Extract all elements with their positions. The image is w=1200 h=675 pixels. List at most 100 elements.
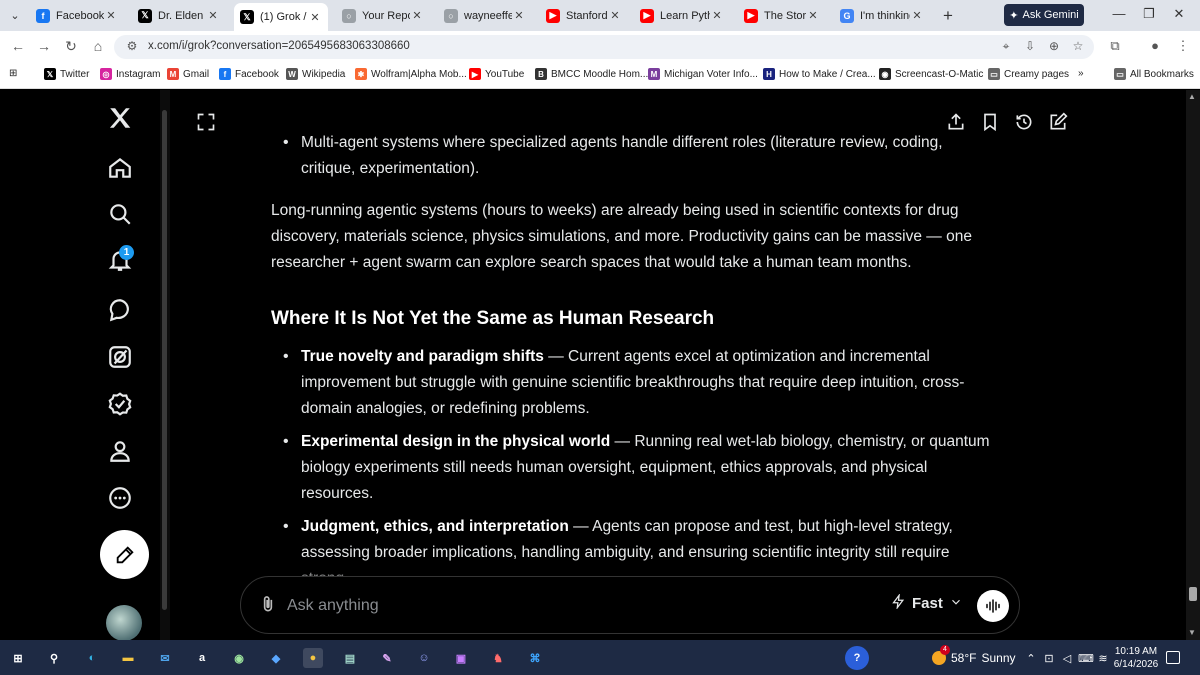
location-icon[interactable]: ⌖ <box>998 39 1014 54</box>
vscode-icon[interactable]: ⌘ <box>525 648 545 668</box>
bookmark-item[interactable]: ◉ Screencast-O-Matic <box>879 68 983 80</box>
browser-tab[interactable]: 𝕏 Dr. Elden W✕ <box>132 4 226 27</box>
notification-center-icon[interactable] <box>1166 651 1180 664</box>
address-bar[interactable]: ⚙ x.com/i/grok?conversation=206549568306… <box>114 35 1094 59</box>
file-explorer-icon[interactable]: ▬ <box>118 648 138 668</box>
close-tab-icon[interactable]: ✕ <box>104 9 118 22</box>
new-chat-edit-icon[interactable] <box>1048 112 1068 137</box>
profile-avatar[interactable]: ● <box>1146 38 1164 53</box>
sidebar-scrollbar-thumb[interactable] <box>162 110 167 610</box>
browser-tab[interactable]: ○ Your Reposi✕ <box>336 4 430 27</box>
edge-icon[interactable]: ◐ <box>82 648 102 668</box>
app-icon[interactable]: ▣ <box>451 648 471 668</box>
url-text[interactable]: x.com/i/grok?conversation=20654956830633… <box>148 40 410 52</box>
wifi-icon[interactable]: ≋ <box>1096 652 1110 665</box>
weather-widget[interactable]: 4 58°F Sunny <box>932 645 1016 665</box>
tripadvisor-icon[interactable]: ◉ <box>229 648 249 668</box>
close-tab-icon[interactable]: ✕ <box>608 9 622 22</box>
profile-person-icon[interactable] <box>104 435 136 467</box>
minimize-icon[interactable]: — <box>1108 6 1130 21</box>
bookmark-item[interactable]: ✱ Wolfram|Alpha Mob... <box>355 68 467 80</box>
chrome-icon[interactable]: ● <box>303 648 323 668</box>
close-tab-icon[interactable]: ✕ <box>206 9 220 22</box>
close-tab-icon[interactable]: ✕ <box>512 9 526 22</box>
ask-gemini-button[interactable]: ✦ Ask Gemini <box>1004 4 1084 26</box>
close-tab-icon[interactable]: ✕ <box>806 9 820 22</box>
close-window-icon[interactable]: ✕ <box>1168 6 1190 22</box>
close-tab-icon[interactable]: ✕ <box>710 9 724 22</box>
keyboard-icon[interactable]: ⌨ <box>1078 652 1094 665</box>
windows-start-icon[interactable]: ⊞ <box>8 648 28 668</box>
browser-tab[interactable]: 𝕏 (1) Grok / X✕ <box>234 3 328 31</box>
bookmark-item[interactable]: M Gmail <box>167 68 209 80</box>
camera-icon[interactable]: ⊡ <box>1042 652 1056 665</box>
help-question-icon[interactable]: ? <box>845 646 869 670</box>
notepad-icon[interactable]: ▤ <box>340 648 360 668</box>
account-avatar[interactable] <box>106 605 142 641</box>
page-scrollbar-thumb[interactable] <box>1189 587 1197 601</box>
all-bookmarks-button[interactable]: ▭ All Bookmarks <box>1114 68 1194 80</box>
app-icon[interactable]: ◆ <box>266 648 286 668</box>
x-logo-icon[interactable] <box>104 102 136 134</box>
system-clock[interactable]: 10:19 AM 6/14/2026 <box>1112 645 1160 671</box>
voice-mode-button[interactable] <box>977 590 1009 622</box>
site-settings-icon[interactable]: ⚙ <box>124 39 140 53</box>
zoom-icon[interactable]: ⊕ <box>1046 39 1062 53</box>
browser-tab[interactable]: G I'm thinking ✕ <box>834 4 930 27</box>
bookmark-item[interactable]: 𝕏 Twitter <box>44 68 89 80</box>
tab-search-chevron-icon[interactable]: ⌄ <box>6 7 24 25</box>
paint-icon[interactable]: ✎ <box>377 648 397 668</box>
mode-selector[interactable]: Fast <box>891 592 963 613</box>
home-icon[interactable]: ⌂ <box>88 38 108 54</box>
tab-title: Learn Pytho <box>660 9 710 22</box>
ask-anything-input[interactable] <box>287 593 847 619</box>
windows-search-icon[interactable]: ⚲ <box>44 648 64 668</box>
bookmark-item[interactable]: ◎ Instagram <box>100 68 160 80</box>
browser-tab[interactable]: f Facebook ✕ <box>30 4 124 27</box>
forward-icon[interactable]: → <box>34 38 54 54</box>
browser-menu-icon[interactable]: ⋮ <box>1174 38 1192 54</box>
new-tab-button[interactable]: + <box>938 6 958 26</box>
bookmark-item[interactable]: H How to Make / Crea... <box>763 68 876 80</box>
browser-tab[interactable]: ▶ The Story of✕ <box>738 4 826 27</box>
app-icon[interactable]: ♞ <box>488 648 508 668</box>
home-icon[interactable] <box>104 152 136 184</box>
more-options-icon[interactable] <box>104 482 136 514</box>
extensions-icon[interactable]: ⧉ <box>1106 38 1124 54</box>
browser-tab[interactable]: ▶ Stanford CS✕ <box>540 4 628 27</box>
compose-post-button[interactable] <box>100 530 149 579</box>
install-app-icon[interactable]: ⇩ <box>1022 39 1038 53</box>
bookmark-item[interactable]: ▶ YouTube <box>469 68 524 80</box>
explore-search-icon[interactable] <box>104 198 136 230</box>
reload-icon[interactable]: ↻ <box>61 38 81 55</box>
bookmark-item[interactable]: B BMCC Moodle Hom... <box>535 68 648 80</box>
close-tab-icon[interactable]: ✕ <box>910 9 924 22</box>
bookmark-item[interactable]: ▭ Creamy pages <box>988 68 1069 80</box>
scroll-down-arrow-icon[interactable]: ▼ <box>1188 628 1196 637</box>
verified-icon[interactable] <box>104 388 136 420</box>
messages-chat-icon[interactable] <box>104 294 136 326</box>
bookmark-star-icon[interactable]: ☆ <box>1070 39 1086 53</box>
page-scrollbar[interactable] <box>1186 90 1200 640</box>
back-icon[interactable]: ← <box>8 38 28 54</box>
restore-icon[interactable]: ❐ <box>1138 6 1160 22</box>
browser-tab[interactable]: ○ wayneeffect✕ <box>438 4 532 27</box>
grok-icon[interactable] <box>104 341 136 373</box>
bookmark-item[interactable]: M Michigan Voter Info... <box>648 68 758 80</box>
volume-icon[interactable]: ◁ <box>1060 652 1074 665</box>
amazon-icon[interactable]: a <box>192 648 212 668</box>
app-icon[interactable]: ☺ <box>414 648 434 668</box>
close-tab-icon[interactable]: ✕ <box>308 11 322 24</box>
attach-paperclip-icon[interactable] <box>258 594 278 619</box>
bookmark-item[interactable]: W Wikipedia <box>286 68 345 80</box>
apps-grid-icon[interactable]: ⊞ <box>9 68 17 79</box>
browser-tab[interactable]: ▶ Learn Pytho✕ <box>634 4 730 27</box>
history-icon[interactable] <box>1014 112 1034 137</box>
close-tab-icon[interactable]: ✕ <box>410 9 424 22</box>
scroll-up-arrow-icon[interactable]: ▲ <box>1188 92 1196 101</box>
mail-icon[interactable]: ✉ <box>155 648 175 668</box>
bookmarks-overflow-icon[interactable]: » <box>1078 68 1084 79</box>
expand-fullscreen-icon[interactable] <box>196 112 216 137</box>
bookmark-item[interactable]: f Facebook <box>219 68 279 80</box>
tray-chevron-up-icon[interactable]: ⌃ <box>1024 652 1038 665</box>
